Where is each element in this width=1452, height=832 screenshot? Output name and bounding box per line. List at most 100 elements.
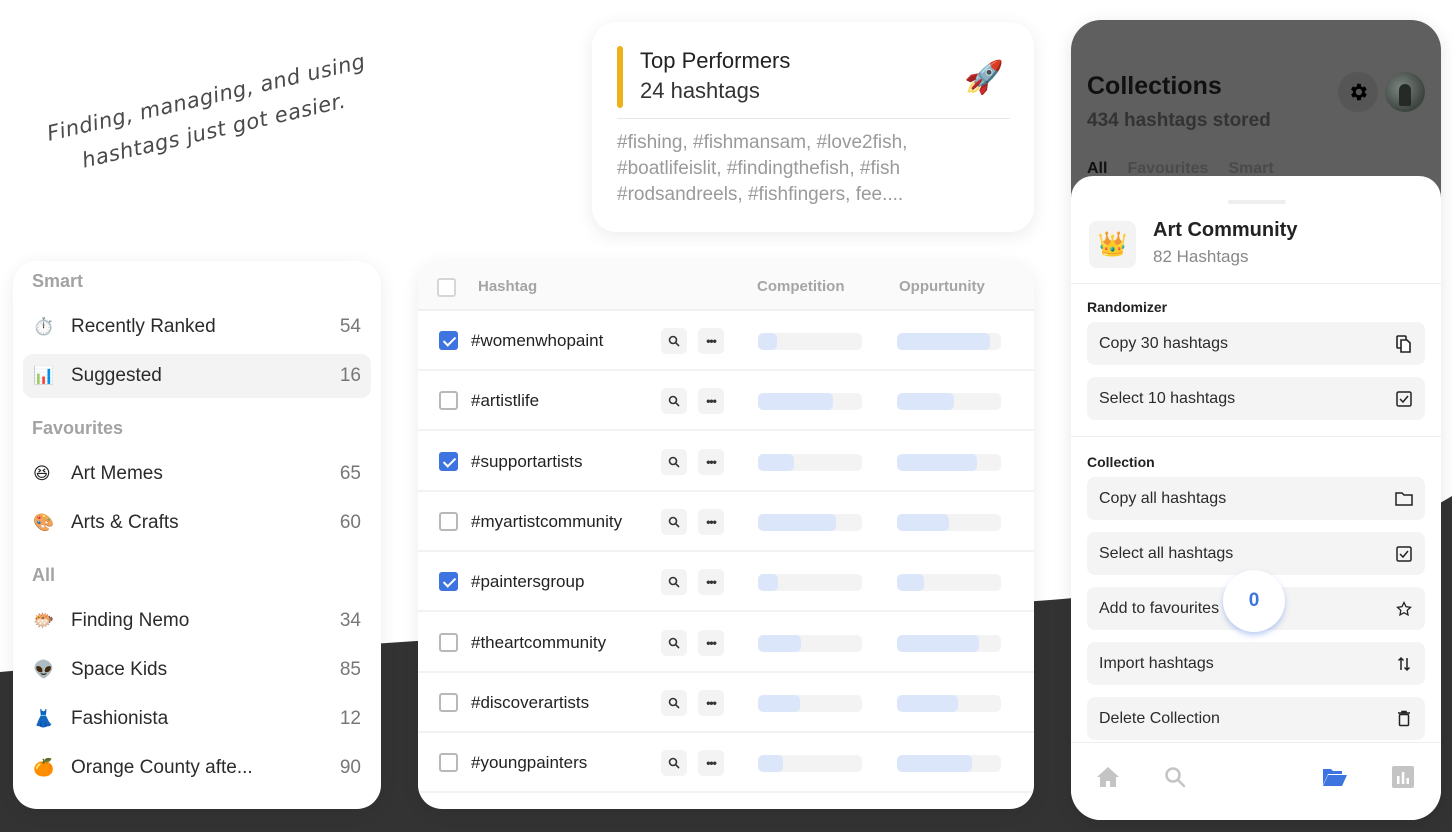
sidebar-item[interactable]: 🐡 Finding Nemo 34 bbox=[23, 599, 371, 643]
ellipsis-icon: ••• bbox=[706, 575, 717, 590]
opportunity-bar-fill bbox=[897, 513, 949, 531]
opportunity-bar bbox=[897, 393, 1001, 411]
hashtag-label: #supportartists bbox=[471, 451, 583, 471]
sidebar-item[interactable]: ⏱️ Recently Ranked 54 bbox=[23, 305, 371, 349]
divider bbox=[1071, 436, 1441, 437]
collection-heading: Collection bbox=[1087, 454, 1155, 470]
row-checkbox[interactable] bbox=[439, 753, 458, 773]
opportunity-bar-fill bbox=[897, 453, 978, 471]
sidebar-section-title: Smart bbox=[32, 271, 84, 291]
opportunity-bar bbox=[897, 694, 1001, 712]
sidebar-item[interactable]: 😆 Art Memes 65 bbox=[23, 452, 371, 496]
search-hashtag-button[interactable] bbox=[661, 569, 687, 596]
tab-search[interactable] bbox=[1161, 763, 1189, 791]
rocket-icon: 🚀 bbox=[964, 59, 1004, 95]
collection-name: Art Community bbox=[1153, 219, 1298, 241]
action-label: Select 10 hashtags bbox=[1099, 389, 1236, 407]
more-options-button[interactable]: ••• bbox=[698, 569, 724, 596]
more-options-button[interactable]: ••• bbox=[698, 328, 724, 354]
table-row: #discoverartists ••• bbox=[418, 673, 1034, 733]
competition-bar bbox=[758, 634, 862, 652]
competition-bar-fill bbox=[758, 634, 801, 652]
table-row: #supportartists ••• bbox=[418, 432, 1034, 492]
more-options-button[interactable]: ••• bbox=[698, 689, 724, 716]
row-checkbox[interactable] bbox=[439, 331, 458, 350]
screen-title: Collections bbox=[1087, 72, 1222, 100]
copy-all-hashtags-button[interactable]: Copy all hashtags bbox=[1087, 477, 1425, 520]
search-hashtag-button[interactable] bbox=[661, 689, 687, 716]
copy-30-hashtags-button[interactable]: Copy 30 hashtags bbox=[1087, 322, 1425, 365]
column-header-hashtag[interactable]: Hashtag bbox=[478, 278, 537, 295]
competition-bar-fill bbox=[758, 694, 800, 712]
search-icon bbox=[668, 576, 680, 588]
tab-collections[interactable] bbox=[1321, 763, 1349, 791]
more-options-button[interactable]: ••• bbox=[698, 508, 724, 535]
column-header-competition[interactable]: Competition bbox=[757, 278, 845, 295]
stopwatch-icon: ⏱️ bbox=[33, 317, 55, 336]
palette-icon: 🎨 bbox=[33, 513, 55, 532]
competition-bar-fill bbox=[758, 453, 795, 471]
dress-icon: 👗 bbox=[33, 709, 55, 728]
hashtag-label: #myartistcommunity bbox=[471, 511, 623, 531]
more-options-button[interactable]: ••• bbox=[698, 388, 724, 415]
sheet-drag-handle[interactable] bbox=[1228, 200, 1286, 204]
import-hashtags-button[interactable]: Import hashtags bbox=[1087, 642, 1425, 685]
sidebar-item-count: 65 bbox=[339, 463, 361, 484]
divider bbox=[1071, 283, 1441, 284]
opportunity-bar bbox=[897, 574, 1001, 592]
sidebar-item[interactable]: 👽 Space Kids 85 bbox=[23, 648, 371, 692]
sidebar-item[interactable]: 📊 Suggested 16 bbox=[23, 354, 371, 398]
opportunity-bar bbox=[897, 333, 1001, 350]
select-all-hashtags-button[interactable]: Select all hashtags bbox=[1087, 532, 1425, 575]
search-hashtag-button[interactable] bbox=[661, 508, 687, 535]
search-hashtag-button[interactable] bbox=[661, 750, 687, 777]
tab-home[interactable] bbox=[1094, 763, 1122, 791]
row-checkbox[interactable] bbox=[439, 692, 458, 712]
search-hashtag-button[interactable] bbox=[661, 448, 687, 475]
action-label: Copy all hashtags bbox=[1099, 489, 1227, 507]
sidebar-item[interactable]: 👗 Fashionista 12 bbox=[23, 697, 371, 741]
laughing-face-icon: 😆 bbox=[33, 464, 51, 483]
sort-arrows-icon bbox=[1395, 655, 1413, 673]
search-hashtag-button[interactable] bbox=[661, 328, 687, 354]
ellipsis-icon: ••• bbox=[706, 756, 717, 771]
selected-count-button[interactable]: 0 bbox=[1223, 570, 1285, 632]
sidebar-item-label: Recently Ranked bbox=[71, 316, 216, 337]
hashtag-label: #youngpainters bbox=[471, 753, 588, 773]
search-hashtag-button[interactable] bbox=[661, 629, 687, 656]
delete-collection-button[interactable]: Delete Collection bbox=[1087, 697, 1425, 740]
sidebar-item[interactable]: 🎨 Arts & Crafts 60 bbox=[23, 501, 371, 545]
sidebar-item-count: 12 bbox=[339, 708, 361, 729]
settings-button[interactable] bbox=[1338, 72, 1378, 112]
column-header-opportunity[interactable]: Oppurtunity bbox=[899, 278, 985, 295]
select-10-hashtags-button[interactable]: Select 10 hashtags bbox=[1087, 377, 1425, 420]
sidebar-item-label: Fashionista bbox=[71, 708, 169, 729]
tab-stats[interactable] bbox=[1389, 763, 1417, 791]
row-checkbox[interactable] bbox=[439, 391, 458, 411]
select-all-checkbox[interactable] bbox=[437, 278, 456, 297]
orange-icon: 🍊 bbox=[33, 758, 55, 777]
row-checkbox[interactable] bbox=[439, 632, 458, 652]
row-checkbox[interactable] bbox=[439, 572, 458, 592]
competition-bar bbox=[758, 393, 862, 411]
opportunity-bar bbox=[897, 755, 1001, 773]
more-options-button[interactable]: ••• bbox=[698, 750, 724, 777]
search-icon bbox=[668, 697, 680, 709]
hashtag-label: #discoverartists bbox=[471, 692, 590, 712]
table-row: #youngpainters ••• bbox=[418, 733, 1034, 794]
avatar[interactable] bbox=[1385, 72, 1425, 112]
row-checkbox[interactable] bbox=[439, 451, 458, 471]
table-row: #artistlife ••• bbox=[418, 371, 1034, 432]
collection-action-sheet: 👑 Art Community 82 Hashtags Randomizer C… bbox=[1071, 176, 1441, 820]
sidebar-item[interactable]: 🍊 Orange County afte... 90 bbox=[23, 746, 371, 790]
top-performers-card[interactable]: Top Performers 24 hashtags 🚀 #fishing, #… bbox=[592, 22, 1034, 232]
ellipsis-icon: ••• bbox=[706, 334, 717, 348]
row-checkbox[interactable] bbox=[439, 511, 458, 531]
more-options-button[interactable]: ••• bbox=[698, 448, 724, 475]
bar-chart-icon: 📊 bbox=[33, 366, 55, 385]
top-performers-count: 24 hashtags bbox=[640, 78, 760, 103]
more-options-button[interactable]: ••• bbox=[698, 629, 724, 656]
hashtag-label: #womenwhopaint bbox=[471, 331, 604, 350]
search-hashtag-button[interactable] bbox=[661, 388, 687, 415]
alien-icon: 👽 bbox=[33, 660, 55, 679]
